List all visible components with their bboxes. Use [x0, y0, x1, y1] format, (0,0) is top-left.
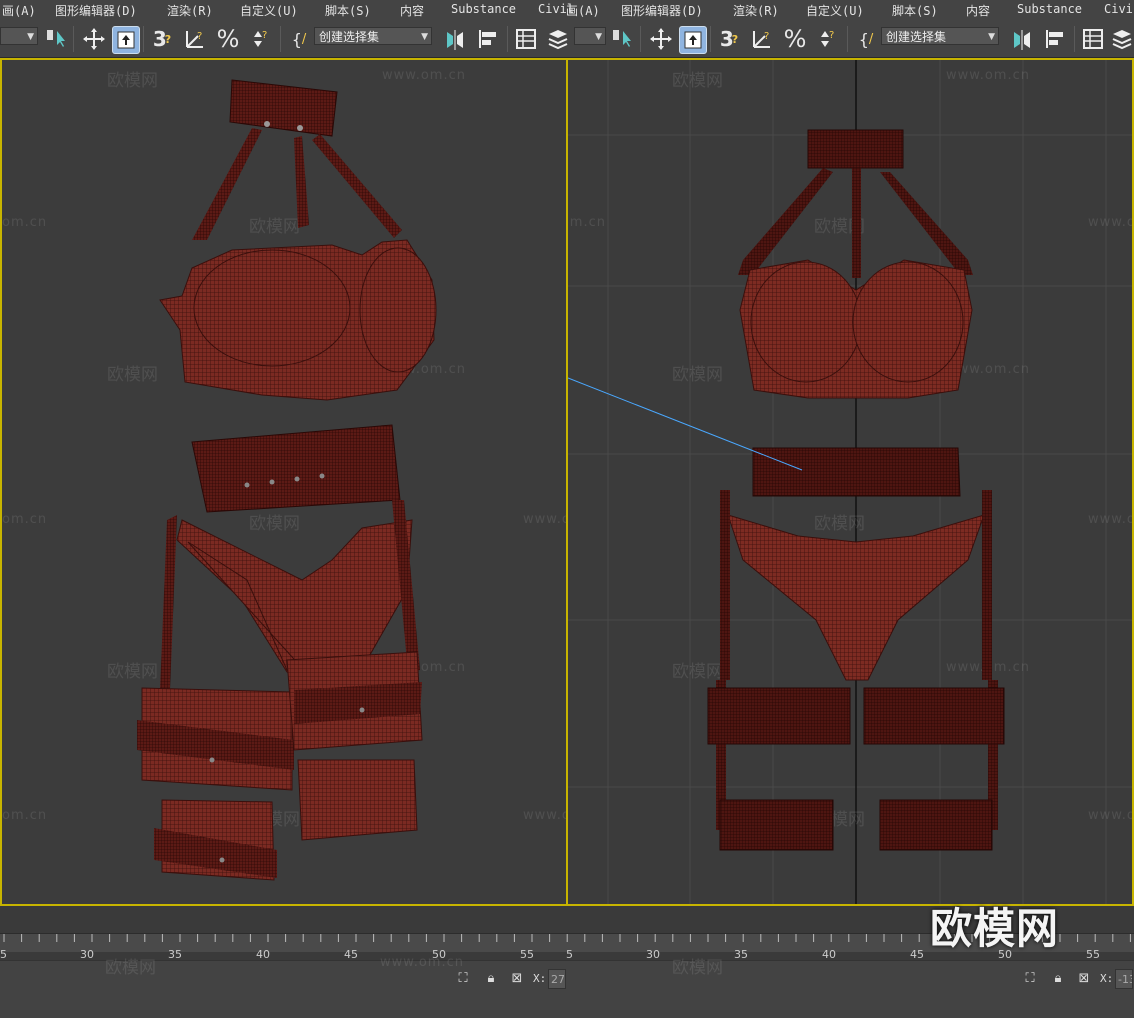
edit-named-selection-icon[interactable]: {/ [286, 26, 312, 52]
chevron-down-icon: ▼ [988, 32, 995, 42]
menu-item-scripting-2[interactable]: 脚本(S) [892, 2, 938, 19]
select-object-icon-2[interactable] [679, 26, 707, 54]
menu-item-content-2[interactable]: 内容 [966, 2, 990, 19]
named-selection-dropdown-2[interactable]: 创建选择集 ▼ [881, 27, 999, 45]
selection-filter-dropdown-2[interactable]: ▼ [574, 27, 606, 45]
absolute-mode-icon[interactable]: ⊠ [509, 971, 525, 987]
toolbar-separator [710, 26, 711, 52]
menu-bar: 画(A) 图形编辑器(D) 渲染(R) 自定义(U) 脚本(S) 内容 Subs… [0, 0, 1134, 21]
svg-text:?: ? [829, 30, 834, 41]
menu-item-customize-2[interactable]: 自定义(U) [806, 2, 864, 19]
viewport-front[interactable]: 欧模网 www.om.cn www.om.cn 欧模网 www.om.cn 欧模… [567, 58, 1134, 906]
svg-text:?: ? [197, 31, 202, 42]
lingerie-model-perspective[interactable] [2, 60, 568, 906]
snap-3d-icon-2[interactable]: 3? [715, 26, 743, 52]
chevron-down-icon: ▼ [421, 32, 428, 42]
chevron-down-icon: ▼ [27, 32, 34, 42]
menu-item-scripting[interactable]: 脚本(S) [325, 2, 371, 19]
lingerie-model-front[interactable] [568, 60, 1134, 906]
toolbar-separator [847, 26, 848, 52]
angle-snap-icon-2[interactable]: ? [749, 26, 775, 52]
move-icon-2[interactable] [647, 26, 675, 52]
select-by-name-icon-2[interactable] [610, 26, 634, 52]
isolate-selection-icon[interactable]: ⛶ [455, 971, 471, 987]
menu-item-animation[interactable]: 画(A) [2, 2, 36, 19]
menu-item-substance[interactable]: Substance [451, 2, 516, 16]
lock-icon[interactable]: 🔒︎ [483, 971, 499, 987]
toolbar-separator [143, 26, 144, 52]
svg-text:?: ? [764, 31, 769, 42]
spinner-snap-icon[interactable]: ? [246, 26, 272, 52]
angle-snap-icon[interactable]: ? [182, 26, 208, 52]
chevron-down-icon: ▼ [595, 32, 602, 42]
toolbar-separator [1074, 26, 1075, 52]
x-coordinate-field-2[interactable]: -13 [1115, 969, 1133, 989]
percent-snap-icon[interactable]: % [214, 25, 242, 53]
named-selection-dropdown[interactable]: 创建选择集 ▼ [314, 27, 432, 45]
select-object-icon[interactable] [112, 26, 140, 54]
toolbar-separator [280, 26, 281, 52]
x-coordinate-field[interactable]: 272 [548, 969, 566, 989]
menu-item-civil-2[interactable]: Civi [1104, 2, 1133, 16]
menu-item-customize[interactable]: 自定义(U) [240, 2, 298, 19]
lock-icon-2[interactable]: 🔒︎ [1050, 971, 1066, 987]
layer-explorer-icon-2[interactable] [1110, 26, 1134, 52]
mirror-icon-2[interactable] [1009, 26, 1035, 52]
menu-item-substance-2[interactable]: Substance [1017, 2, 1082, 16]
toolbar-separator [507, 26, 508, 52]
scene-explorer-icon-2[interactable] [1080, 26, 1106, 52]
toolbar-separator [640, 26, 641, 52]
svg-text:?: ? [262, 30, 267, 41]
absolute-mode-icon-2[interactable]: ⊠ [1076, 971, 1092, 987]
spinner-snap-icon-2[interactable]: ? [813, 26, 839, 52]
x-coordinate-label-2: X: [1100, 972, 1114, 985]
isolate-selection-icon-2[interactable]: ⛶ [1022, 971, 1038, 987]
x-coordinate-label: X: [533, 972, 547, 985]
select-by-name-icon[interactable] [44, 26, 68, 52]
menu-item-rendering[interactable]: 渲染(R) [167, 2, 213, 19]
menu-item-animation-2[interactable]: 画(A) [566, 2, 600, 19]
align-icon-2[interactable] [1041, 26, 1069, 52]
menu-item-content[interactable]: 内容 [400, 2, 424, 19]
move-icon[interactable] [80, 26, 108, 52]
scene-explorer-icon[interactable] [513, 26, 539, 52]
menu-item-graph-editors-2[interactable]: 图形编辑器(D) [621, 2, 703, 19]
snap-3d-icon[interactable]: 3? [148, 26, 176, 52]
edit-named-selection-icon-2[interactable]: {/ [853, 26, 879, 52]
menu-item-rendering-2[interactable]: 渲染(R) [733, 2, 779, 19]
status-bar: 欧模网 www.om.cn 欧模网 ⛶ 🔒︎ ⊠ X: 272 ⛶ 🔒︎ ⊠ X… [0, 955, 1134, 1018]
layer-explorer-icon[interactable] [545, 26, 571, 52]
menu-item-graph-editors[interactable]: 图形编辑器(D) [55, 2, 137, 19]
selection-filter-dropdown[interactable]: ▼ [0, 27, 38, 45]
mirror-icon[interactable] [442, 26, 468, 52]
brand-watermark: 欧模网 [930, 904, 1060, 953]
toolbar-separator [73, 26, 74, 52]
main-toolbar: ▼ 3? ? % ? {/ 创建选择集 ▼ ▼ 3? ? % ? {/ 创建选… [0, 20, 1134, 58]
align-icon[interactable] [474, 26, 502, 52]
percent-snap-icon-2[interactable]: % [781, 25, 809, 53]
viewport-perspective[interactable]: 欧模网 www.om.cn om.cn 欧模网 欧模网 www.om.cn om… [0, 58, 568, 906]
